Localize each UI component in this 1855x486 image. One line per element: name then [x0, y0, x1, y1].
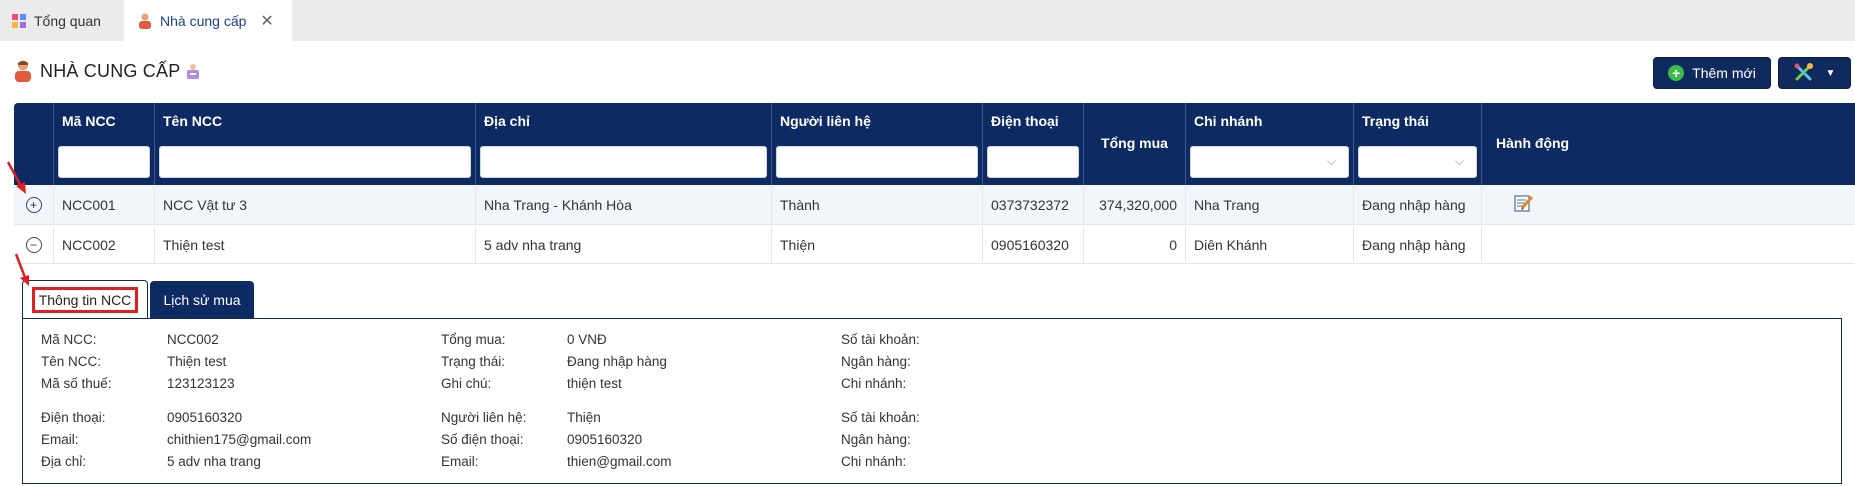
tab-supplier-info[interactable]: Thông tin NCC [22, 280, 148, 318]
detail-label: Tên NCC: [41, 354, 102, 369]
header-contact: Người liên hệ [771, 103, 982, 185]
chevron-down-icon: ⌵ [1326, 154, 1336, 168]
tab-purchase-history-label: Lịch sử mua [163, 291, 241, 308]
top-tab-bar: Tổng quan Nhà cung cấp ✕ [0, 0, 1855, 41]
detail-label: Ngân hàng: [841, 432, 911, 447]
detail-label: Số tài khoản: [841, 332, 920, 347]
detail-value: thiện test [567, 376, 622, 391]
detail-value: 123123123 [167, 376, 235, 391]
supplier-icon [14, 60, 32, 82]
tools-icon [1794, 62, 1814, 85]
filter-branch-select[interactable]: ⌵ [1190, 146, 1349, 178]
filter-status-select[interactable]: ⌵ [1358, 146, 1477, 178]
collapse-icon[interactable]: − [25, 236, 42, 253]
chevron-down-icon: ▼ [1825, 67, 1836, 79]
supplier-icon [138, 13, 152, 29]
tab-supplier-info-label: Thông tin NCC [31, 286, 139, 313]
detail-value: 5 adv nha trang [167, 454, 261, 469]
cell-total: 0 [1083, 226, 1185, 263]
cell-phone: 0373732372 [982, 185, 1083, 224]
cell-phone: 0905160320 [982, 226, 1083, 263]
add-button-label: Thêm mới [1692, 65, 1756, 81]
tools-dropdown-button[interactable]: ▼ [1778, 57, 1851, 89]
tab-purchase-history[interactable]: Lịch sử mua [150, 281, 254, 318]
tab-overview[interactable]: Tổng quan [12, 0, 124, 41]
cell-code: NCC002 [53, 226, 154, 263]
detail-value: 0905160320 [167, 410, 243, 425]
detail-label: Ghi chú: [441, 376, 492, 391]
detail-label: Email: [441, 454, 479, 469]
cell-total: 374,320,000 [1083, 185, 1185, 224]
header-name: Tên NCC [154, 103, 475, 185]
tab-suppliers[interactable]: Nhà cung cấp ✕ [124, 0, 292, 41]
cell-contact: Thiện [771, 226, 982, 263]
detail-label: Tổng mua: [441, 332, 506, 347]
filter-phone-input[interactable] [987, 146, 1079, 178]
cell-contact: Thành [771, 185, 982, 224]
detail-value: Thiện [567, 410, 601, 425]
edit-icon[interactable] [1514, 194, 1534, 215]
filter-name-input[interactable] [159, 146, 471, 178]
detail-label: Email: [41, 432, 79, 447]
cell-name: NCC Vật tư 3 [154, 185, 475, 224]
cell-address: Nha Trang - Khánh Hòa [475, 185, 771, 224]
detail-value: Đang nhập hàng [567, 354, 667, 369]
annotation-arrow-icon [14, 253, 29, 286]
detail-value: thien@gmail.com [567, 454, 672, 469]
table-row[interactable]: + NCC001 NCC Vật tư 3 Nha Trang - Khánh … [14, 185, 1855, 225]
detail-label: Mã số thuế: [41, 376, 112, 391]
add-button[interactable]: + Thêm mới [1653, 57, 1771, 89]
detail-label: Mã NCC: [41, 332, 97, 347]
cell-branch: Diên Khánh [1185, 226, 1353, 263]
table-header: Mã NCC Tên NCC Địa chỉ Người liên hệ Điệ… [14, 103, 1855, 185]
dashboard-icon [12, 13, 26, 28]
header-phone: Điện thoại [982, 103, 1083, 185]
detail-value: 0905160320 [567, 432, 643, 447]
supplier-detail-panel: Mã NCC: NCC002 Tên NCC: Thiện test Mã số… [22, 318, 1842, 484]
filter-address-input[interactable] [480, 146, 767, 178]
tab-overview-label: Tổng quan [34, 12, 101, 29]
detail-value: Thiện test [167, 354, 227, 369]
detail-label: Địa chỉ: [41, 454, 87, 469]
header-code: Mã NCC [53, 103, 154, 185]
detail-label: Số điện thoại: [441, 432, 524, 447]
detail-value: 0 VNĐ [567, 332, 607, 347]
tab-suppliers-label: Nhà cung cấp [160, 12, 247, 29]
header-branch: Chi nhánh ⌵ [1185, 103, 1353, 185]
cell-branch: Nha Trang [1185, 185, 1353, 224]
filter-code-input[interactable] [58, 146, 150, 178]
header-status: Trạng thái ⌵ [1353, 103, 1481, 185]
detail-label: Ngân hàng: [841, 354, 911, 369]
close-icon[interactable]: ✕ [260, 11, 273, 31]
annotation-arrow-icon [6, 161, 26, 194]
cell-address: 5 adv nha trang [475, 226, 771, 263]
detail-label: Số tài khoản: [841, 410, 920, 425]
plus-icon: + [1668, 65, 1685, 81]
detail-value: chithien175@gmail.com [167, 432, 312, 447]
header-address: Địa chỉ [475, 103, 771, 185]
table-row[interactable]: − NCC002 Thiện test 5 adv nha trang Thiệ… [14, 226, 1855, 264]
page-title: NHÀ CUNG CẤP [14, 58, 200, 84]
detail-label: Chi nhánh: [841, 376, 907, 391]
cell-name: Thiện test [154, 226, 475, 263]
header-total: Tổng mua [1083, 103, 1185, 185]
detail-label: Trạng thái: [441, 354, 506, 369]
cell-status: Đang nhập hàng [1353, 185, 1481, 224]
chevron-down-icon: ⌵ [1454, 154, 1464, 168]
detail-label: Điện thoại: [41, 410, 106, 425]
detail-value: NCC002 [167, 332, 219, 347]
detail-label: Người liên hệ: [441, 410, 527, 425]
detail-label: Chi nhánh: [841, 454, 907, 469]
filter-contact-input[interactable] [776, 146, 978, 178]
header-actions: Hành động [1481, 103, 1855, 185]
page-title-text: NHÀ CUNG CẤP [40, 60, 181, 81]
user-badge-icon [186, 63, 200, 79]
cell-status: Đang nhập hàng [1353, 226, 1481, 263]
cell-code: NCC001 [53, 185, 154, 224]
